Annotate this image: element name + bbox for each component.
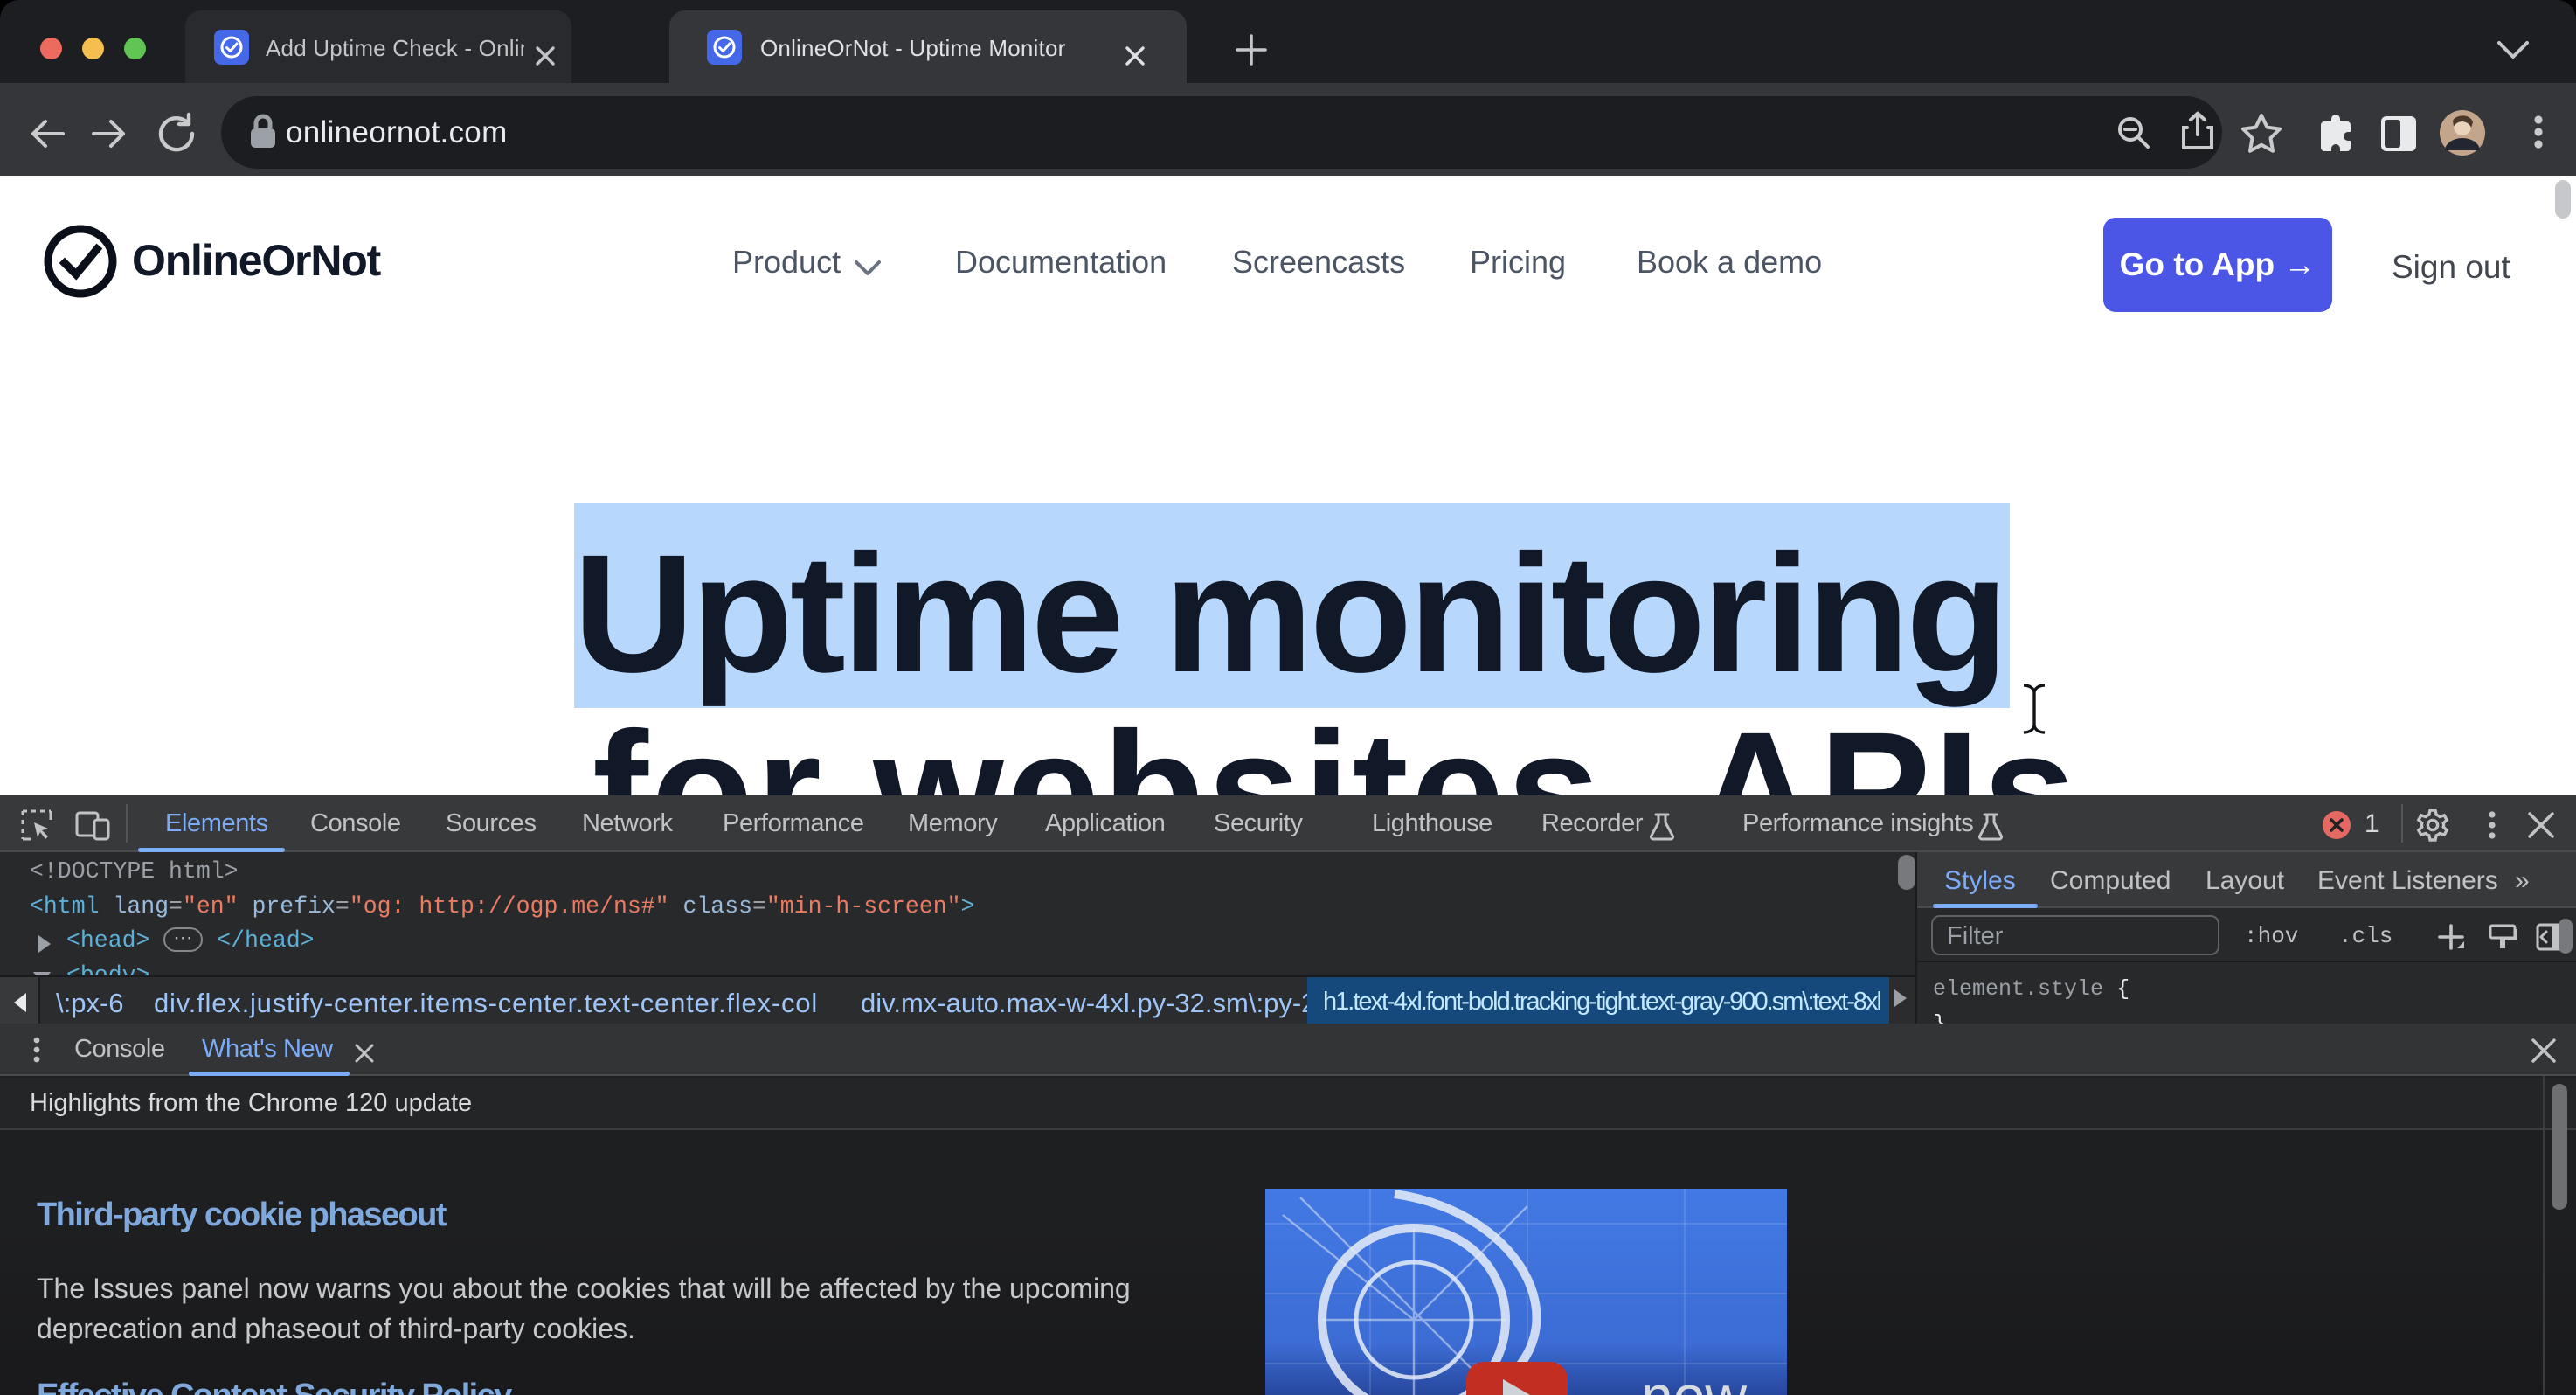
- svg-text:now: now: [1641, 1364, 1747, 1395]
